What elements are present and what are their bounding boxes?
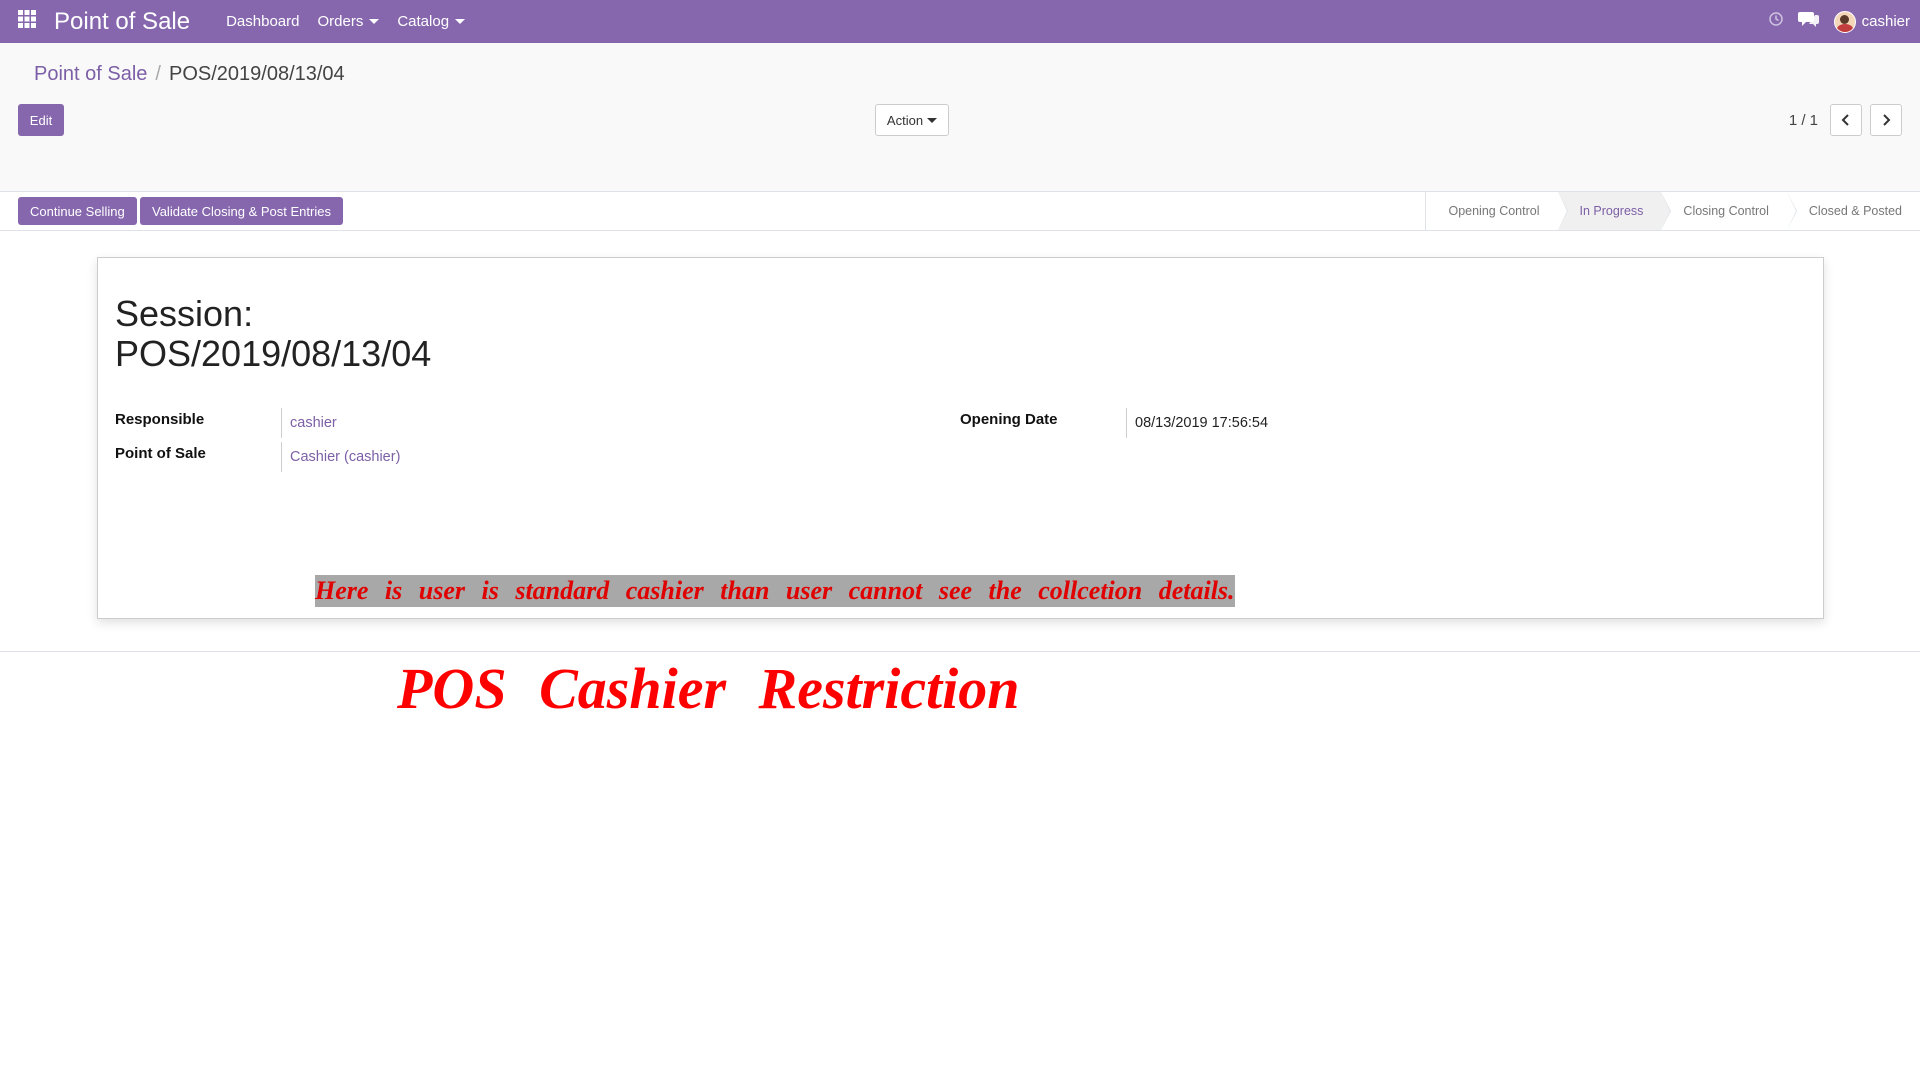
caret-down-icon	[927, 117, 938, 123]
user-menu[interactable]: cashier	[1833, 10, 1910, 33]
activity-clock-icon[interactable]	[1768, 11, 1784, 32]
stage-label: Closing Control	[1683, 204, 1769, 218]
navbar-right: cashier	[1768, 0, 1910, 43]
menu-orders[interactable]: Orders	[317, 13, 380, 30]
menu-catalog-label: Catalog	[397, 13, 450, 30]
caption-title: POS Cashier Restriction	[397, 656, 1020, 721]
chat-icon[interactable]	[1797, 10, 1820, 33]
app-title[interactable]: Point of Sale	[54, 8, 190, 36]
responsible-value-link[interactable]: cashier	[281, 408, 337, 438]
session-title-prefix: Session:	[115, 293, 254, 334]
stage-pipeline: Opening Control In Progress Closing Cont…	[1425, 192, 1920, 230]
apps-menu-button[interactable]	[0, 0, 54, 43]
caret-down-icon	[369, 19, 380, 24]
stage-closing-control[interactable]: Closing Control	[1661, 192, 1798, 230]
apps-grid-icon	[18, 10, 36, 33]
session-title: Session: POS/2019/08/13/04	[115, 294, 431, 374]
pager-previous-button[interactable]	[1830, 104, 1862, 136]
menu-catalog[interactable]: Catalog	[397, 13, 466, 30]
breadcrumb-separator: /	[155, 63, 161, 85]
pager: 1 / 1	[1789, 104, 1902, 136]
breadcrumb-parent-link[interactable]: Point of Sale	[34, 63, 147, 85]
breadcrumb: Point of Sale / POS/2019/08/13/04	[34, 63, 345, 86]
validate-closing-button[interactable]: Validate Closing & Post Entries	[140, 197, 343, 225]
menu-dashboard-label: Dashboard	[226, 13, 300, 30]
form-view: Session: POS/2019/08/13/04 Responsible c…	[0, 231, 1920, 652]
caret-down-icon	[455, 19, 466, 24]
action-dropdown-button[interactable]: Action	[875, 104, 949, 136]
breadcrumb-current: POS/2019/08/13/04	[168, 63, 345, 85]
continue-selling-button[interactable]: Continue Selling	[18, 197, 137, 225]
action-label: Action	[886, 112, 924, 128]
chevron-left-icon	[1841, 114, 1849, 126]
stage-label: In Progress	[1579, 204, 1644, 218]
annotation-note: Here is user is standard cashier than us…	[315, 575, 1235, 607]
top-navbar: Point of Sale Dashboard Orders Catalog c…	[0, 0, 1920, 43]
user-name: cashier	[1861, 13, 1910, 30]
point-of-sale-label: Point of Sale	[115, 445, 206, 462]
responsible-label: Responsible	[115, 411, 205, 428]
edit-button[interactable]: Edit	[18, 104, 64, 136]
stage-in-progress[interactable]: In Progress	[1557, 192, 1672, 230]
opening-date-label: Opening Date	[960, 411, 1058, 428]
session-name: POS/2019/08/13/04	[115, 333, 432, 374]
pager-next-button[interactable]	[1870, 104, 1902, 136]
menu-dashboard[interactable]: Dashboard	[226, 13, 299, 30]
point-of-sale-value-link[interactable]: Cashier (cashier)	[281, 442, 400, 472]
form-statusbar: Continue Selling Validate Closing & Post…	[0, 192, 1920, 231]
form-sheet: Session: POS/2019/08/13/04 Responsible c…	[97, 257, 1824, 619]
stage-opening-control[interactable]: Opening Control	[1426, 192, 1568, 230]
stage-label: Closed & Posted	[1808, 204, 1902, 218]
stage-closed-posted[interactable]: Closed & Posted	[1786, 192, 1920, 230]
menu-orders-label: Orders	[317, 13, 364, 30]
avatar	[1833, 10, 1856, 33]
stage-label: Opening Control	[1448, 204, 1540, 218]
opening-date-value: 08/13/2019 17:56:54	[1126, 408, 1268, 438]
chevron-right-icon	[1883, 114, 1891, 126]
control-panel: Point of Sale / POS/2019/08/13/04 Edit Act…	[0, 43, 1920, 192]
pager-value[interactable]: 1 / 1	[1789, 112, 1818, 129]
